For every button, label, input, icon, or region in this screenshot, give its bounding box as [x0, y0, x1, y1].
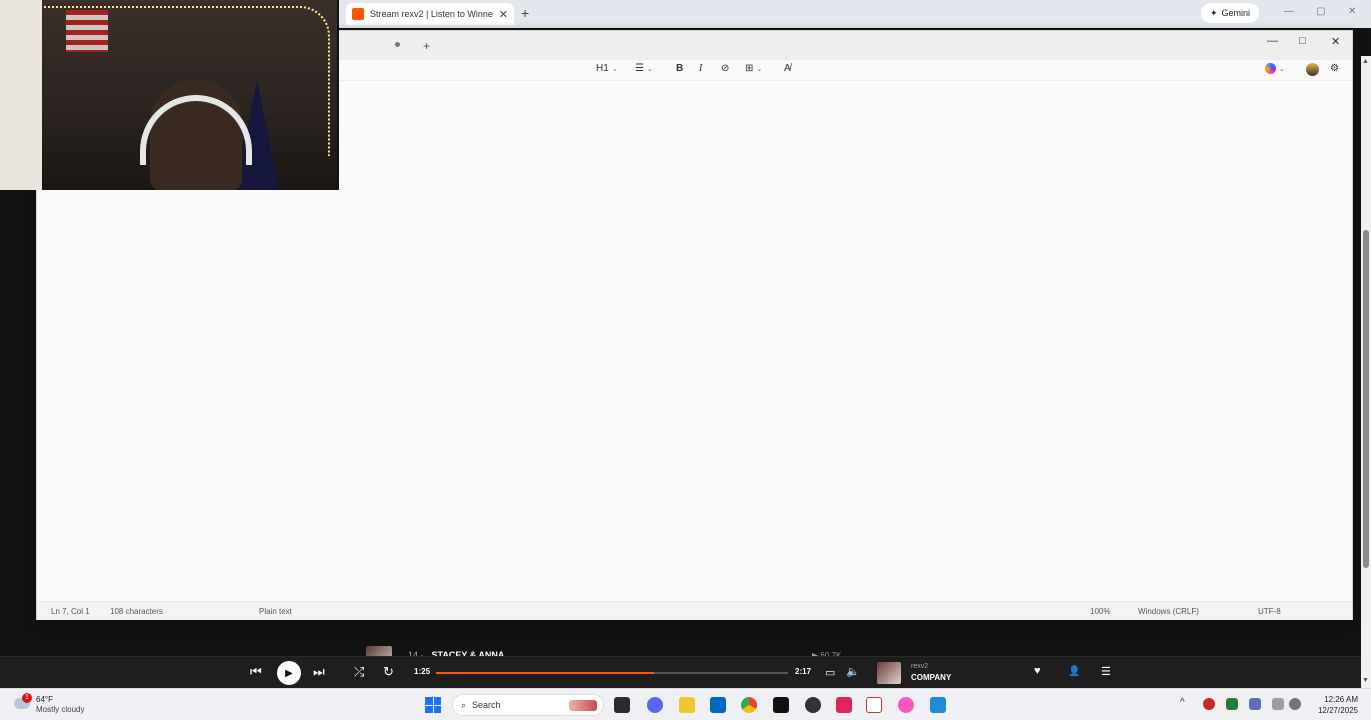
- table-dropdown[interactable]: ⊞ ⌄: [745, 63, 762, 74]
- gemini-icon: ✦: [1210, 7, 1218, 18]
- notification-badge: 1: [22, 693, 32, 703]
- queue-button[interactable]: ☰: [1101, 665, 1111, 678]
- itunes-icon[interactable]: [898, 697, 914, 713]
- task-view-icon[interactable]: [614, 697, 630, 713]
- copilot-icon: [1265, 63, 1276, 74]
- notepad-minimize-button[interactable]: —: [1267, 35, 1278, 47]
- zoom-level[interactable]: 100%: [1090, 607, 1110, 616]
- windows-logo-tile: [425, 697, 433, 705]
- sync-icon[interactable]: [1226, 698, 1238, 710]
- chrome-icon[interactable]: [741, 697, 757, 713]
- epic-games-icon[interactable]: [773, 697, 789, 713]
- volume-icon[interactable]: [1289, 698, 1301, 710]
- browser-tab-title: Stream rexv2 | Listen to Winner: [370, 9, 493, 19]
- gemini-label: Gemini: [1221, 8, 1251, 18]
- line-ending[interactable]: Windows (CRLF): [1138, 607, 1199, 616]
- status-bar: Ln 7, Col 1 108 characters Plain text 10…: [37, 601, 1352, 620]
- progress-fill: [436, 672, 655, 674]
- cast-button[interactable]: ▭: [825, 666, 835, 679]
- weather-description[interactable]: Mostly cloudy: [36, 705, 84, 714]
- scroll-down-icon[interactable]: ▼: [1362, 677, 1369, 684]
- gemini-button[interactable]: ✦ Gemini: [1201, 3, 1260, 23]
- tiktok-icon[interactable]: [836, 697, 852, 713]
- search-placeholder: Search: [472, 700, 501, 710]
- file-explorer-icon[interactable]: [679, 697, 695, 713]
- heading-label: H1: [596, 63, 609, 74]
- notepad-icon[interactable]: [930, 697, 946, 713]
- network-icon[interactable]: [1272, 698, 1284, 710]
- text-mode[interactable]: Plain text: [259, 607, 292, 616]
- encoding[interactable]: UTF-8: [1258, 607, 1281, 616]
- music-player-bar: ⏮ ▶ ⏭ ⤮ ↻ 1:25 2:17 ▭ 🔈 rexv2 COMPANY ♥ …: [0, 656, 1361, 688]
- now-playing-title[interactable]: COMPANY: [911, 673, 951, 682]
- volume-button[interactable]: 🔈: [846, 665, 860, 678]
- profile-button[interactable]: [1306, 63, 1319, 76]
- windows-logo-tile: [433, 705, 441, 713]
- windows-logo-tile: [425, 705, 433, 713]
- play-button[interactable]: ▶: [277, 661, 301, 685]
- windows-taskbar: 1 64°F Mostly cloudy ⌕ Search ^ 12:26 AM…: [0, 688, 1371, 720]
- character-count: 108 characters: [110, 607, 163, 616]
- pen-icon[interactable]: [1249, 698, 1261, 710]
- scrollbar-thumb[interactable]: [1363, 230, 1369, 568]
- soundcloud-icon: [352, 8, 364, 20]
- chevron-down-icon: ⌄: [646, 65, 653, 73]
- progress-bar[interactable]: [436, 672, 788, 674]
- table-icon: ⊞: [745, 63, 754, 74]
- unsaved-dot-icon: [395, 42, 400, 47]
- list-dropdown[interactable]: ☰ ⌄: [635, 63, 653, 74]
- chevron-down-icon: ⌄: [1279, 65, 1285, 73]
- clear-formatting-button[interactable]: A̸: [784, 63, 791, 74]
- repeat-button[interactable]: ↻: [383, 664, 394, 680]
- follow-button[interactable]: 👤: [1068, 666, 1080, 677]
- browser-minimize-button[interactable]: —: [1284, 6, 1294, 17]
- notepad-new-tab-button[interactable]: +: [423, 39, 430, 53]
- microsoft-store-icon[interactable]: [710, 697, 726, 713]
- chevron-down-icon: ⌄: [756, 65, 763, 73]
- time-elapsed: 1:25: [414, 667, 431, 676]
- start-button[interactable]: [425, 697, 441, 713]
- close-tab-icon[interactable]: ✕: [499, 8, 508, 21]
- windows-logo-tile: [433, 697, 441, 705]
- browser-tab-soundcloud[interactable]: Stream rexv2 | Listen to Winner ✕: [346, 3, 514, 25]
- search-icon: ⌕: [461, 699, 467, 710]
- weather-temperature[interactable]: 64°F: [36, 695, 53, 704]
- now-playing-artwork[interactable]: [877, 662, 901, 684]
- bold-button[interactable]: B: [676, 63, 683, 74]
- scroll-up-icon[interactable]: ▲: [1362, 58, 1369, 65]
- tray-overflow-icon[interactable]: ^: [1180, 697, 1185, 708]
- browser-maximize-button[interactable]: ▢: [1316, 6, 1325, 17]
- now-playing-artist[interactable]: rexv2: [911, 663, 928, 670]
- text-app-icon[interactable]: [866, 697, 882, 713]
- copilot-dropdown[interactable]: ⌄: [1265, 63, 1285, 74]
- like-button[interactable]: ♥: [1034, 665, 1041, 677]
- cursor-position: Ln 7, Col 1: [51, 607, 90, 616]
- taskbar-search-box[interactable]: ⌕ Search: [452, 694, 604, 716]
- link-button[interactable]: ⊘: [721, 63, 729, 74]
- chevron-down-icon: ⌄: [611, 65, 618, 73]
- shuffle-button[interactable]: ⤮: [354, 664, 364, 680]
- avatar: [1306, 63, 1319, 76]
- discord-icon[interactable]: [647, 697, 663, 713]
- new-tab-button[interactable]: +: [521, 5, 529, 21]
- next-track-button[interactable]: ⏭: [313, 664, 325, 680]
- list-icon: ☰: [635, 63, 644, 74]
- clock-date[interactable]: 12/27/2025: [1308, 706, 1358, 715]
- previous-track-button[interactable]: ⏮: [250, 664, 262, 680]
- heading-dropdown[interactable]: H1 ⌄: [596, 63, 618, 74]
- obs-icon[interactable]: [805, 697, 821, 713]
- clock-time[interactable]: 12:26 AM: [1318, 695, 1358, 704]
- webcam-overlay: [0, 0, 339, 190]
- italic-button[interactable]: I: [699, 63, 702, 74]
- browser-close-button[interactable]: ✕: [1348, 6, 1356, 17]
- page-scrollbar[interactable]: ▲ ▼: [1361, 56, 1371, 688]
- search-highlight-icon: [569, 700, 597, 711]
- webcam-background-door: [0, 0, 42, 190]
- notepad-close-button[interactable]: ✕: [1331, 35, 1340, 48]
- tray-app-icon[interactable]: [1203, 698, 1215, 710]
- notepad-maximize-button[interactable]: □: [1299, 35, 1306, 47]
- time-total: 2:17: [795, 667, 812, 676]
- settings-button[interactable]: ⚙: [1330, 63, 1339, 74]
